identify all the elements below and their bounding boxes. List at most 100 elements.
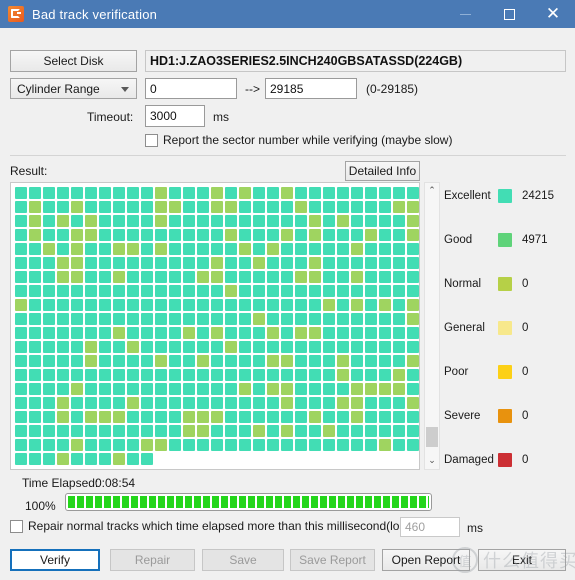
grid-cell-good[interactable] [407, 229, 419, 241]
grid-cell-excellent[interactable] [113, 229, 125, 241]
grid-cell-excellent[interactable] [15, 187, 27, 199]
grid-cell-good[interactable] [393, 201, 405, 213]
grid-cell-excellent[interactable] [43, 215, 55, 227]
grid-cell-excellent[interactable] [155, 285, 167, 297]
range-mode-combo[interactable]: Cylinder Range [10, 78, 137, 99]
grid-cell-excellent[interactable] [155, 327, 167, 339]
grid-cell-excellent[interactable] [29, 369, 41, 381]
grid-cell-excellent[interactable] [379, 369, 391, 381]
grid-cell-good[interactable] [253, 257, 265, 269]
grid-cell-excellent[interactable] [99, 425, 111, 437]
grid-cell-excellent[interactable] [127, 383, 139, 395]
grid-cell-good[interactable] [85, 355, 97, 367]
grid-cell-good[interactable] [309, 229, 321, 241]
grid-cell-excellent[interactable] [169, 313, 181, 325]
grid-cell-excellent[interactable] [267, 271, 279, 283]
grid-cell-excellent[interactable] [295, 383, 307, 395]
grid-cell-excellent[interactable] [365, 243, 377, 255]
grid-cell-good[interactable] [351, 383, 363, 395]
grid-cell-excellent[interactable] [295, 299, 307, 311]
grid-cell-good[interactable] [169, 201, 181, 213]
grid-cell-excellent[interactable] [239, 369, 251, 381]
grid-cell-excellent[interactable] [155, 425, 167, 437]
grid-cell-excellent[interactable] [253, 341, 265, 353]
grid-cell-excellent[interactable] [197, 397, 209, 409]
grid-cell-excellent[interactable] [99, 271, 111, 283]
grid-cell-excellent[interactable] [71, 299, 83, 311]
grid-cell-excellent[interactable] [113, 439, 125, 451]
grid-cell-excellent[interactable] [197, 299, 209, 311]
grid-cell-good[interactable] [239, 187, 251, 199]
grid-cell-excellent[interactable] [211, 313, 223, 325]
grid-cell-good[interactable] [281, 187, 293, 199]
grid-cell-excellent[interactable] [57, 201, 69, 213]
grid-cell-excellent[interactable] [71, 453, 83, 465]
grid-cell-excellent[interactable] [169, 257, 181, 269]
grid-cell-good[interactable] [197, 271, 209, 283]
grid-cell-excellent[interactable] [379, 397, 391, 409]
grid-cell-good[interactable] [71, 383, 83, 395]
grid-cell-excellent[interactable] [71, 355, 83, 367]
grid-cell-good[interactable] [211, 257, 223, 269]
grid-cell-excellent[interactable] [365, 313, 377, 325]
grid-cell-excellent[interactable] [351, 425, 363, 437]
grid-cell-good[interactable] [351, 299, 363, 311]
grid-cell-good[interactable] [239, 243, 251, 255]
grid-cell-good[interactable] [183, 327, 195, 339]
grid-cell-excellent[interactable] [197, 243, 209, 255]
grid-cell-good[interactable] [211, 411, 223, 423]
grid-cell-good[interactable] [29, 229, 41, 241]
grid-cell-excellent[interactable] [323, 215, 335, 227]
grid-cell-good[interactable] [365, 229, 377, 241]
grid-cell-excellent[interactable] [127, 187, 139, 199]
grid-cell-excellent[interactable] [15, 257, 27, 269]
grid-cell-good[interactable] [71, 229, 83, 241]
grid-cell-excellent[interactable] [365, 341, 377, 353]
grid-cell-excellent[interactable] [379, 215, 391, 227]
grid-cell-good[interactable] [337, 397, 349, 409]
grid-cell-excellent[interactable] [309, 369, 321, 381]
grid-cell-excellent[interactable] [239, 229, 251, 241]
grid-cell-excellent[interactable] [365, 411, 377, 423]
grid-cell-excellent[interactable] [99, 257, 111, 269]
grid-cell-excellent[interactable] [323, 187, 335, 199]
grid-cell-excellent[interactable] [337, 341, 349, 353]
grid-cell-excellent[interactable] [141, 201, 153, 213]
grid-cell-excellent[interactable] [323, 257, 335, 269]
grid-cell-excellent[interactable] [407, 425, 419, 437]
grid-cell-good[interactable] [57, 257, 69, 269]
grid-cell-excellent[interactable] [169, 341, 181, 353]
grid-cell-excellent[interactable] [379, 355, 391, 367]
grid-cell-excellent[interactable] [337, 411, 349, 423]
grid-cell-excellent[interactable] [253, 285, 265, 297]
grid-cell-good[interactable] [85, 411, 97, 423]
grid-cell-excellent[interactable] [197, 439, 209, 451]
grid-cell-excellent[interactable] [337, 313, 349, 325]
grid-cell-excellent[interactable] [379, 313, 391, 325]
grid-cell-excellent[interactable] [85, 439, 97, 451]
grid-cell-excellent[interactable] [43, 299, 55, 311]
grid-cell-excellent[interactable] [85, 243, 97, 255]
grid-cell-excellent[interactable] [15, 201, 27, 213]
grid-cell-excellent[interactable] [267, 187, 279, 199]
grid-cell-excellent[interactable] [407, 383, 419, 395]
grid-cell-excellent[interactable] [407, 369, 419, 381]
grid-cell-good[interactable] [85, 341, 97, 353]
grid-cell-excellent[interactable] [43, 355, 55, 367]
grid-cell-excellent[interactable] [155, 397, 167, 409]
grid-cell-excellent[interactable] [267, 229, 279, 241]
grid-cell-excellent[interactable] [323, 327, 335, 339]
grid-cell-good[interactable] [407, 215, 419, 227]
grid-cell-excellent[interactable] [281, 285, 293, 297]
grid-cell-excellent[interactable] [393, 187, 405, 199]
grid-cell-good[interactable] [225, 341, 237, 353]
grid-cell-excellent[interactable] [141, 215, 153, 227]
grid-cell-excellent[interactable] [323, 411, 335, 423]
grid-cell-excellent[interactable] [253, 187, 265, 199]
grid-cell-excellent[interactable] [351, 229, 363, 241]
grid-cell-good[interactable] [155, 243, 167, 255]
grid-cell-excellent[interactable] [169, 355, 181, 367]
grid-cell-excellent[interactable] [15, 411, 27, 423]
grid-cell-excellent[interactable] [141, 229, 153, 241]
grid-cell-excellent[interactable] [29, 453, 41, 465]
